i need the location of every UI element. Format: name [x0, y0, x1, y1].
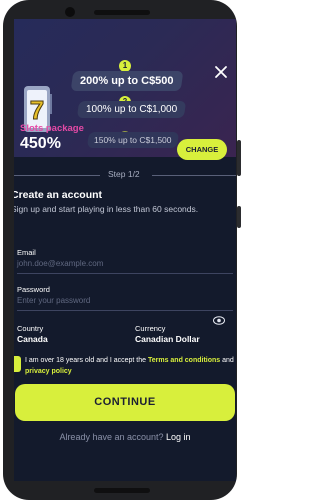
age-consent-checkbox[interactable] — [14, 356, 21, 372]
front-camera — [65, 7, 75, 17]
step-label: Step 1/2 — [108, 169, 140, 179]
tier-2-offer: 100% up to C$1,000 — [76, 101, 187, 118]
continue-button[interactable]: CONTINUE — [15, 384, 235, 421]
close-icon[interactable] — [214, 65, 228, 79]
privacy-policy-link[interactable]: privacy policy — [25, 368, 72, 375]
password-field[interactable]: Enter your password — [17, 296, 90, 305]
change-package-button[interactable]: CHANGE — [177, 139, 227, 160]
volume-button — [237, 140, 241, 176]
tier-1-label: 200% up to C$500 — [80, 75, 174, 87]
login-prompt: Already have an account? Log in — [14, 432, 236, 442]
tier-3-offer: 150% up to C$1,500 — [86, 132, 179, 148]
form-subtitle: Sign up and start playing in less than 6… — [14, 204, 199, 214]
country-label: Country — [17, 324, 44, 333]
step-divider-left — [14, 175, 100, 176]
tier-2-label: 100% up to C$1,000 — [86, 104, 178, 115]
already-account-text: Already have an account? — [59, 432, 164, 442]
tier-3-label: 150% up to C$1,500 — [94, 135, 172, 145]
password-underline — [17, 310, 233, 311]
package-name: Slots package — [20, 123, 84, 134]
email-underline — [17, 273, 233, 274]
phone-frame: 7 1 200% up to C$500 2 100% up to C$1,00… — [3, 0, 237, 500]
login-link[interactable]: Log in — [166, 432, 191, 442]
country-select[interactable]: Canada — [17, 334, 48, 344]
step-indicator: Step 1/2 — [14, 169, 236, 181]
bonus-header: 7 1 200% up to C$500 2 100% up to C$1,00… — [14, 19, 236, 160]
terms-link[interactable]: Terms and conditions — [148, 357, 220, 364]
email-field[interactable]: john.doe@example.com — [17, 259, 103, 268]
package-value: 450% — [20, 135, 61, 152]
form-title: Create an account — [14, 189, 103, 201]
show-password-icon[interactable] — [213, 316, 225, 325]
email-label: Email — [17, 248, 36, 257]
password-label: Password — [17, 285, 50, 294]
svg-text:7: 7 — [30, 95, 44, 125]
step-divider-right — [152, 175, 236, 176]
screen: 7 1 200% up to C$500 2 100% up to C$1,00… — [14, 19, 236, 481]
earpiece-speaker — [94, 10, 150, 15]
currency-select[interactable]: Canadian Dollar — [135, 334, 200, 344]
tier-1-offer: 200% up to C$500 — [70, 71, 183, 91]
consent-prefix: I am over 18 years old and I accept the — [25, 357, 148, 364]
consent-text: I am over 18 years old and I accept the … — [25, 355, 235, 377]
bottom-speaker — [94, 488, 150, 493]
consent-joiner: and — [220, 357, 234, 364]
currency-label: Currency — [135, 324, 166, 333]
power-button — [237, 206, 241, 228]
